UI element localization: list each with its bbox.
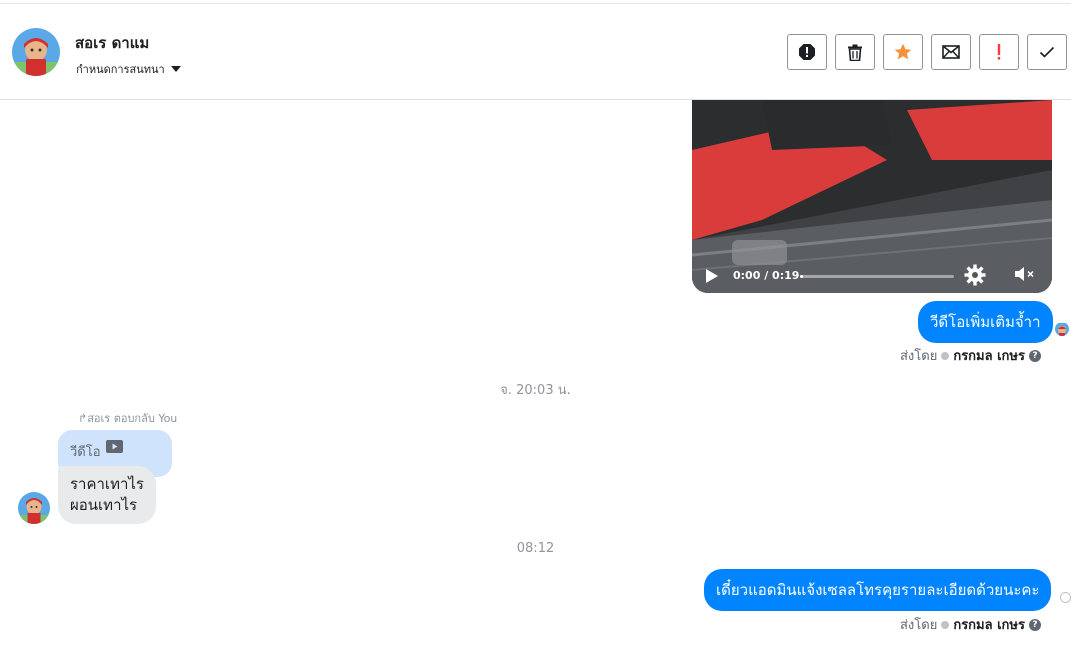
sent-by-line: ส่งโดย กรกมล เกษร ?: [900, 614, 1041, 635]
conversation-header: สอเร ดาแม กำหนดการสนทนา: [0, 4, 1071, 100]
outgoing-message[interactable]: วีดีโอเพิ่มเติมจ้ำา: [918, 301, 1053, 343]
assign-conversation-dropdown[interactable]: กำหนดการสนทนา: [76, 60, 181, 78]
incoming-message-line: ราคาเทาไร: [70, 475, 144, 493]
header-actions: [787, 34, 1067, 70]
video-attachment[interactable]: 0:00 / 0:19: [692, 100, 1052, 293]
sent-by-agent[interactable]: กรกมล เกษร: [953, 614, 1025, 635]
play-icon[interactable]: [706, 269, 718, 283]
follow-up-button[interactable]: [979, 34, 1019, 70]
seen-avatar: [1055, 322, 1069, 336]
exclamation-icon: [997, 44, 1001, 60]
star-button[interactable]: [883, 34, 923, 70]
mute-icon[interactable]: [1014, 266, 1036, 282]
sent-by-label: ส่งโดย: [900, 349, 938, 364]
video-icon: [106, 440, 123, 453]
sent-by-line: ส่งโดย กรกมล เกษร ?: [900, 345, 1041, 366]
contact-name[interactable]: สอเร ดาแม: [75, 31, 149, 55]
video-progress-fill: [800, 275, 804, 278]
envelope-icon: [942, 45, 960, 59]
incoming-message-line: ผอนเทาไร: [70, 496, 138, 514]
agent-dot-icon: [941, 351, 950, 360]
mark-unread-button[interactable]: [931, 34, 971, 70]
video-progress-bar[interactable]: [800, 275, 954, 278]
alert-octagon-icon: [799, 44, 815, 60]
replied-to-text: วีดีโอ: [70, 445, 101, 460]
assign-label: กำหนดการสนทนา: [76, 63, 165, 76]
contact-avatar[interactable]: [12, 28, 60, 76]
outgoing-message[interactable]: เดี๋ยวแอดมินแจ้งเซลลโทรคุยรายละเอียดด้วย…: [704, 569, 1052, 611]
reply-note: ↱สอเร ตอบกลับ You: [78, 412, 178, 425]
gear-icon[interactable]: [964, 264, 986, 286]
video-controls: 0:00 / 0:19: [692, 249, 1052, 293]
sent-by-label: ส่งโดย: [900, 618, 938, 633]
video-time: 0:00 / 0:19: [733, 269, 800, 282]
message-thread[interactable]: 0:00 / 0:19 วีดีโอเพิ่มเติมจ้ำา ส่งโดย ก…: [0, 100, 1071, 659]
sent-status-icon: [1060, 592, 1071, 603]
help-icon[interactable]: ?: [1028, 349, 1041, 362]
timestamp: จ. 20:03 น.: [500, 383, 571, 398]
star-icon: [894, 43, 912, 60]
timestamp: 08:12: [516, 541, 555, 556]
done-button[interactable]: [1027, 34, 1067, 70]
checkmark-icon: [1039, 46, 1055, 58]
incoming-message[interactable]: ราคาเทาไร ผอนเทาไร: [58, 466, 156, 524]
sent-by-agent[interactable]: กรกมล เกษร: [953, 345, 1025, 366]
trash-icon: [848, 44, 862, 61]
agent-dot-icon: [941, 620, 950, 629]
help-icon[interactable]: ?: [1028, 618, 1041, 631]
spam-button[interactable]: [787, 34, 827, 70]
caret-down-icon: [170, 66, 181, 72]
delete-button[interactable]: [835, 34, 875, 70]
contact-avatar-small[interactable]: [18, 492, 50, 524]
